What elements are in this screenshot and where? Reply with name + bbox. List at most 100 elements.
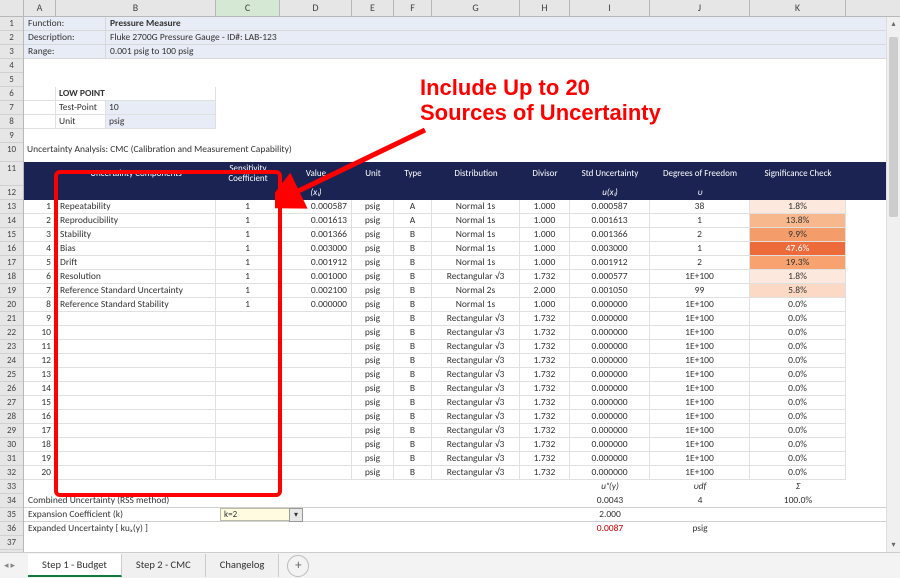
cell[interactable]: psig — [352, 228, 394, 242]
cell[interactable]: Rectangular √3 — [432, 382, 520, 396]
cell[interactable]: B — [394, 452, 432, 466]
cell[interactable]: psig — [352, 382, 394, 396]
cell[interactable]: psig — [352, 200, 394, 214]
cell[interactable]: 1E+100 — [650, 354, 750, 368]
cell[interactable]: 0.000000 — [570, 382, 650, 396]
cell[interactable]: psig — [352, 452, 394, 466]
cell[interactable]: 1E+100 — [650, 424, 750, 438]
cell[interactable]: 1.732 — [520, 270, 570, 284]
cell[interactable]: 13.8% — [750, 214, 846, 228]
cell[interactable]: 1.732 — [520, 452, 570, 466]
meta-value[interactable]: Fluke 2700G Pressure Gauge - ID#: LAB-12… — [106, 31, 900, 45]
cell[interactable]: 0.001613 — [280, 214, 352, 228]
tab-nav-arrows[interactable]: ◂▸ — [4, 560, 15, 571]
cell[interactable] — [280, 382, 352, 396]
cell[interactable]: 0.000000 — [280, 298, 352, 312]
cell[interactable]: psig — [352, 270, 394, 284]
table-row[interactable]: 11psigBRectangular √31.7320.0000001E+100… — [24, 340, 900, 354]
row-header-8[interactable]: 8 — [0, 115, 23, 129]
cell[interactable]: B — [394, 354, 432, 368]
cell[interactable]: 1.000 — [520, 298, 570, 312]
cell[interactable] — [216, 466, 280, 480]
cell[interactable]: 0.0% — [750, 466, 846, 480]
cell[interactable]: psig — [352, 438, 394, 452]
row-header-7[interactable]: 7 — [0, 101, 23, 115]
row-header-4[interactable]: 4 — [0, 59, 23, 73]
cell[interactable]: 0.000000 — [570, 340, 650, 354]
cell[interactable]: 1 — [216, 270, 280, 284]
cell[interactable]: 0.000000 — [570, 368, 650, 382]
cell[interactable] — [216, 382, 280, 396]
cell[interactable]: 1E+100 — [650, 312, 750, 326]
row-header-3[interactable]: 3 — [0, 45, 23, 59]
cell[interactable]: 19 — [24, 452, 56, 466]
scroll-thumb[interactable] — [889, 37, 898, 217]
cell[interactable]: psig — [352, 214, 394, 228]
table-row[interactable]: 18psigBRectangular √31.7320.0000001E+100… — [24, 438, 900, 452]
row-header-5[interactable]: 5 — [0, 73, 23, 87]
cell[interactable]: 1.000 — [520, 214, 570, 228]
table-row[interactable]: 1Repeatability10.000587psigANormal 1s1.0… — [24, 200, 900, 214]
row-header-17[interactable]: 17 — [0, 256, 23, 270]
row-header-37[interactable]: 37 — [0, 536, 23, 550]
cell[interactable]: Drift — [56, 256, 216, 270]
cell[interactable]: 1.000 — [520, 200, 570, 214]
cell[interactable]: 1 — [24, 200, 56, 214]
cell[interactable]: 0.000000 — [570, 396, 650, 410]
cell[interactable]: 1E+100 — [650, 382, 750, 396]
meta-value[interactable]: 0.001 psig to 100 psig — [106, 45, 900, 59]
cell[interactable]: 0.0% — [750, 410, 846, 424]
cell[interactable] — [216, 354, 280, 368]
cell[interactable] — [56, 452, 216, 466]
cell[interactable]: 1.732 — [520, 382, 570, 396]
cell[interactable] — [56, 424, 216, 438]
cell[interactable] — [56, 326, 216, 340]
cell[interactable]: 0.001366 — [570, 228, 650, 242]
cell[interactable]: 1.732 — [520, 354, 570, 368]
cell[interactable]: 1.000 — [520, 256, 570, 270]
cell[interactable]: 0.000000 — [570, 354, 650, 368]
unit-value[interactable]: psig — [106, 115, 216, 129]
cell[interactable]: Repeatability — [56, 200, 216, 214]
cell[interactable]: 0.0% — [750, 368, 846, 382]
cell[interactable]: Rectangular √3 — [432, 410, 520, 424]
row-headers[interactable]: 1234567891011121314151617181920212223242… — [0, 17, 24, 552]
col-header-[interactable] — [0, 0, 24, 16]
sheet-tab[interactable]: Step 2 - CMC — [122, 554, 206, 577]
cell[interactable] — [56, 312, 216, 326]
row-header-34[interactable]: 34 — [0, 494, 23, 508]
cell[interactable]: Rectangular √3 — [432, 396, 520, 410]
cell[interactable]: B — [394, 242, 432, 256]
cell[interactable] — [216, 410, 280, 424]
cell[interactable]: B — [394, 326, 432, 340]
cell[interactable]: B — [394, 312, 432, 326]
row-header-20[interactable]: 20 — [0, 298, 23, 312]
cell[interactable]: 5.8% — [750, 284, 846, 298]
cell[interactable] — [280, 354, 352, 368]
cell[interactable] — [56, 382, 216, 396]
cell[interactable]: B — [394, 466, 432, 480]
cell[interactable]: A — [394, 200, 432, 214]
cell[interactable]: 1.732 — [520, 312, 570, 326]
cell[interactable] — [216, 312, 280, 326]
cell[interactable]: Rectangular √3 — [432, 270, 520, 284]
cell[interactable]: 0.000000 — [570, 326, 650, 340]
cell[interactable]: 1E+100 — [650, 270, 750, 284]
cell[interactable]: 1.732 — [520, 340, 570, 354]
cell[interactable]: 0.000000 — [570, 410, 650, 424]
table-row[interactable]: 12psigBRectangular √31.7320.0000001E+100… — [24, 354, 900, 368]
cell[interactable] — [280, 438, 352, 452]
column-headers[interactable]: ABCDEFGHIJK — [0, 0, 900, 17]
cell[interactable]: 0.0% — [750, 382, 846, 396]
cell[interactable]: Bias — [56, 242, 216, 256]
cell[interactable]: psig — [352, 424, 394, 438]
cell[interactable]: 0.000587 — [570, 200, 650, 214]
cell[interactable]: 1E+100 — [650, 410, 750, 424]
cell[interactable] — [56, 466, 216, 480]
cell[interactable]: 1 — [650, 214, 750, 228]
cell[interactable]: 0.0% — [750, 354, 846, 368]
cell[interactable]: 0.001912 — [280, 256, 352, 270]
col-header-I[interactable]: I — [570, 0, 650, 16]
cell[interactable]: 13 — [24, 368, 56, 382]
cell[interactable]: Reference Standard Stability — [56, 298, 216, 312]
